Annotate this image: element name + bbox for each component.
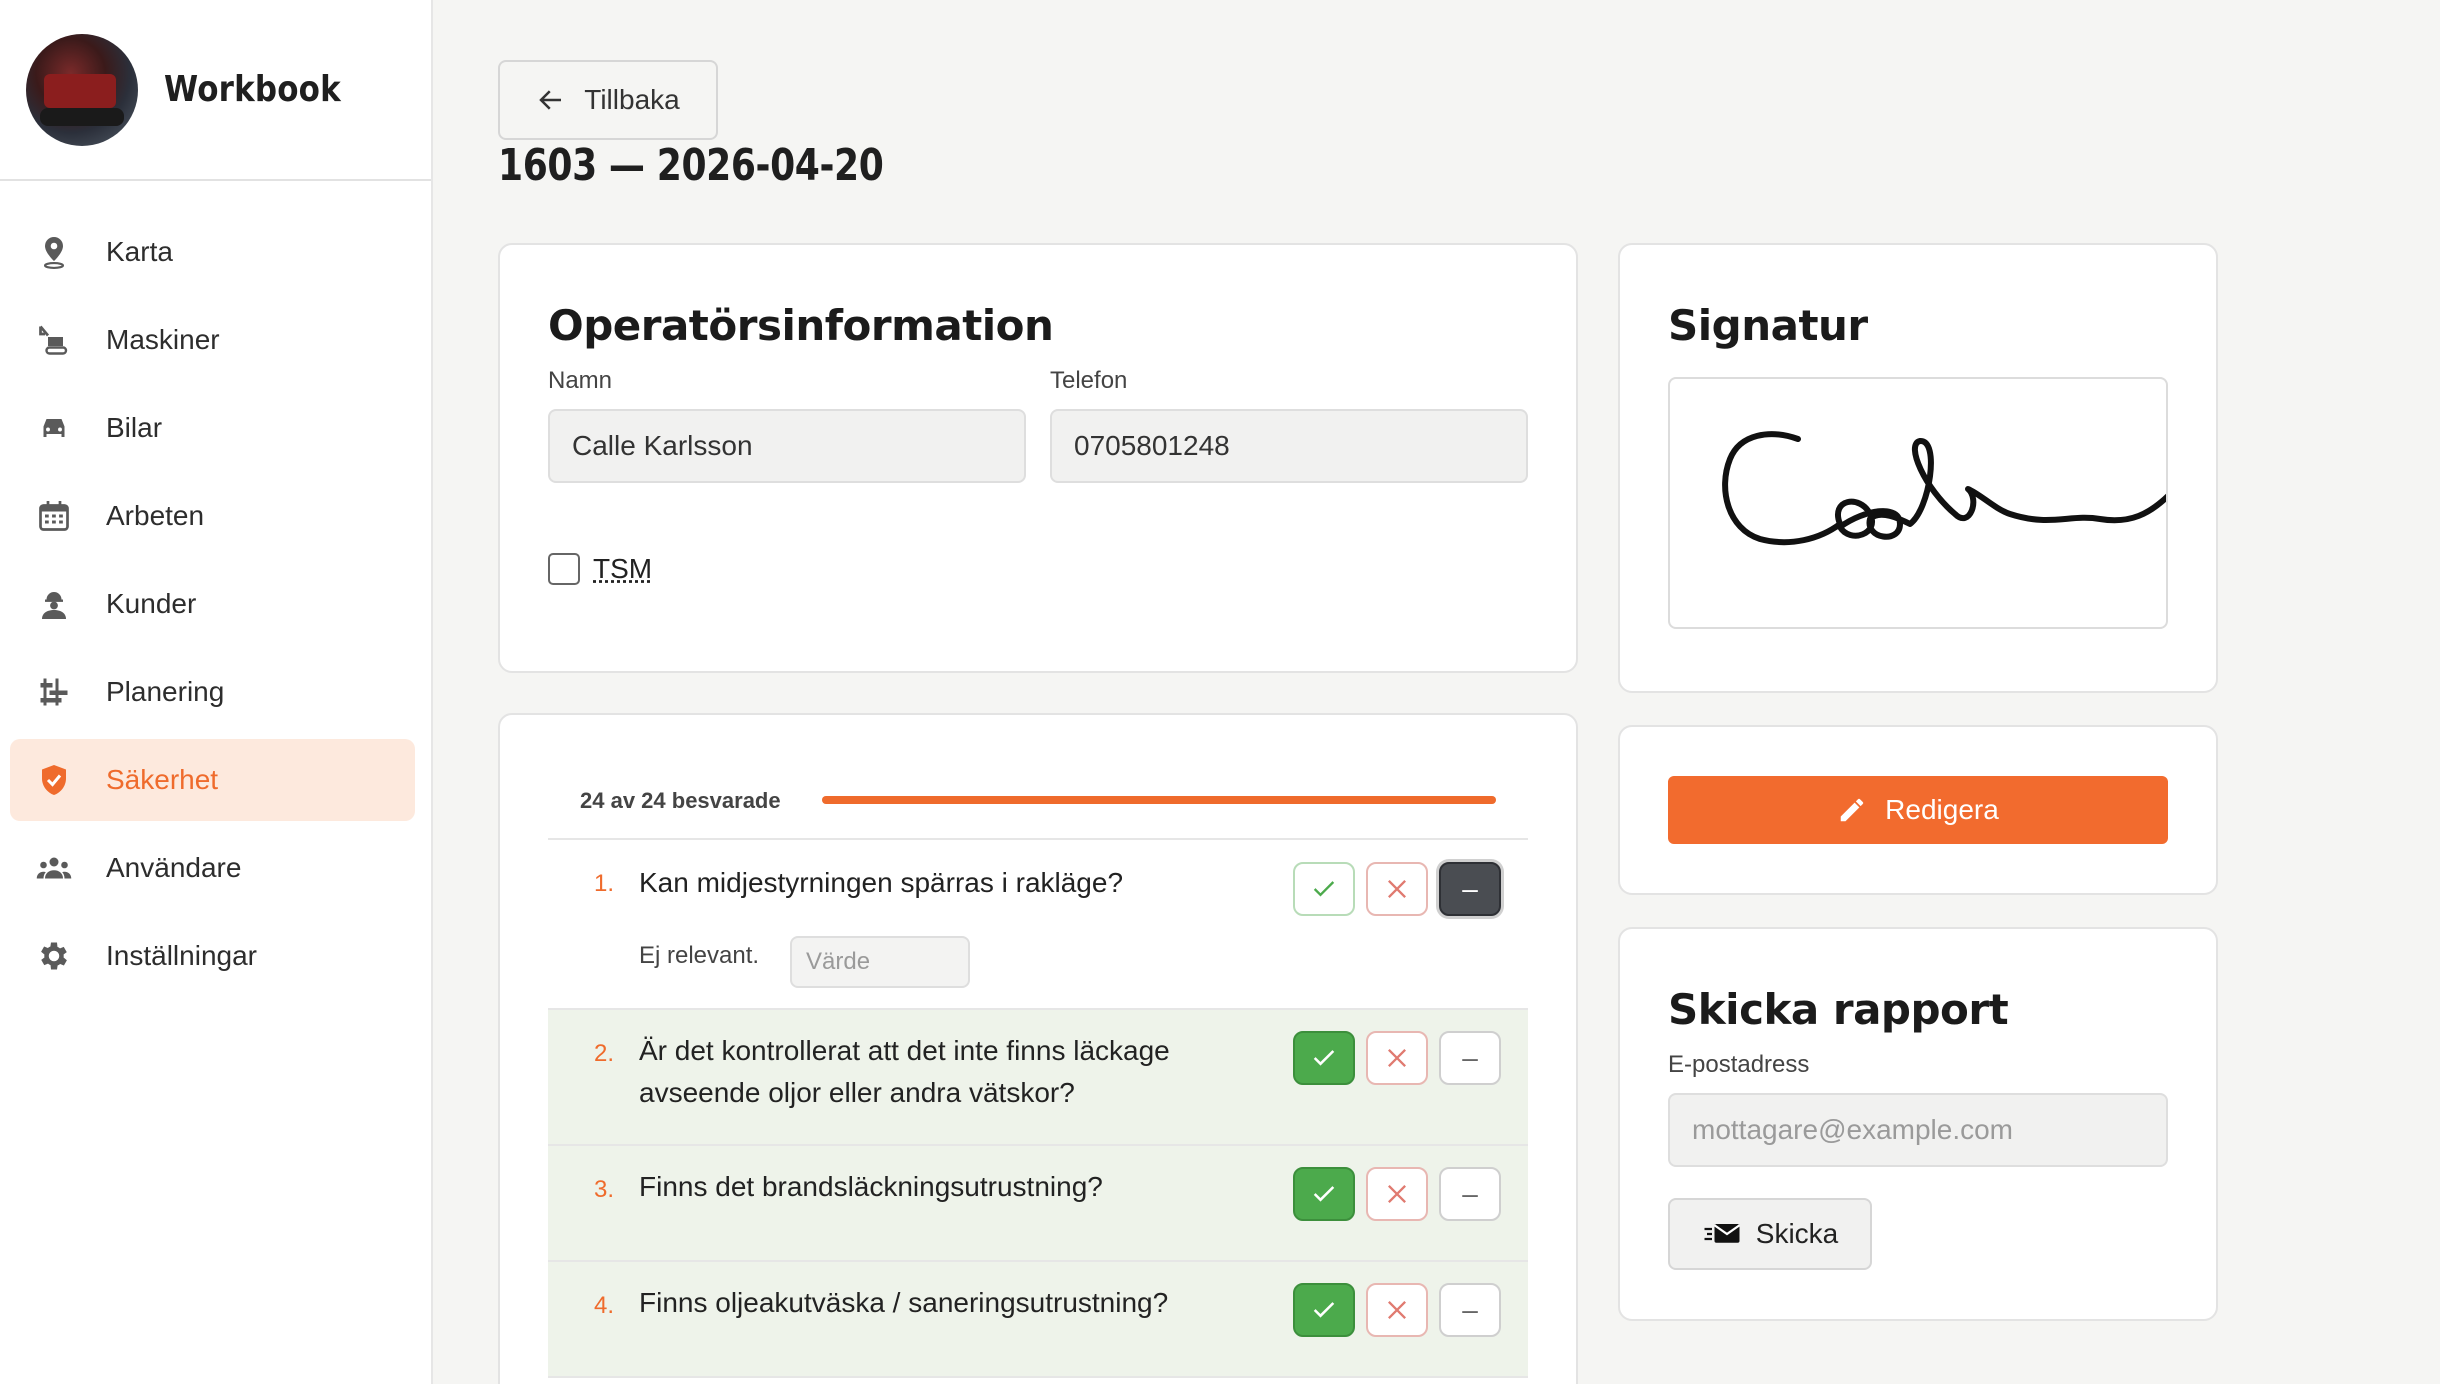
sidebar-item-label: Arbeten <box>106 500 204 532</box>
sidebar-item-installningar[interactable]: Inställningar <box>10 915 415 997</box>
tsm-label: TSM <box>593 553 652 585</box>
signature-pad[interactable] <box>1668 377 2168 629</box>
progress-bar <box>822 796 1496 804</box>
car-icon <box>36 410 72 446</box>
answer-buttons: – <box>1293 1283 1501 1337</box>
answer-buttons: – <box>1293 862 1501 916</box>
back-button-label: Tillbaka <box>584 84 679 116</box>
answer-buttons: – <box>1293 1031 1501 1085</box>
gear-icon <box>36 938 72 974</box>
phone-label: Telefon <box>1050 367 1127 395</box>
operator-card-title: Operatörsinformation <box>548 301 1053 350</box>
avatar <box>26 34 138 146</box>
question-row-2: 2. Är det kontrollerat att det inte finn… <box>548 1008 1528 1144</box>
calendar-icon <box>36 498 72 534</box>
signature-drawing <box>1670 379 2168 629</box>
name-field[interactable]: Calle Karlsson <box>548 409 1026 483</box>
excavator-icon <box>36 322 72 358</box>
question-text: Kan midjestyrningen spärras i rakläge? <box>639 862 1229 904</box>
note-field[interactable]: Värde <box>790 936 970 988</box>
signature-card: Signatur <box>1618 243 2218 693</box>
question-row-1: 1. Kan midjestyrningen spärras i rakläge… <box>548 838 1528 1008</box>
note-label: Ej relevant. <box>639 942 759 970</box>
worker-icon <box>36 586 72 622</box>
sidebar-item-bilar[interactable]: Bilar <box>10 387 415 469</box>
brand-name: Workbook <box>164 69 341 110</box>
email-field[interactable]: mottagare@example.com <box>1668 1093 2168 1167</box>
edit-button-label: Redigera <box>1885 794 1999 826</box>
operator-card: Operatörsinformation Namn Calle Karlsson… <box>498 243 1578 673</box>
progress-fill <box>822 796 1496 804</box>
question-text: Är det kontrollerat att det inte finns l… <box>639 1030 1229 1114</box>
yes-button[interactable] <box>1293 1283 1355 1337</box>
sidebar: Workbook Karta Maskiner Bilar Arbeten Ku… <box>0 0 433 1384</box>
arrow-left-icon <box>536 85 566 115</box>
sidebar-item-label: Säkerhet <box>106 764 218 796</box>
users-icon <box>36 850 72 886</box>
sidebar-item-anvandare[interactable]: Användare <box>10 827 415 909</box>
not-applicable-button[interactable]: – <box>1439 1031 1501 1085</box>
sidebar-item-label: Bilar <box>106 412 162 444</box>
send-button[interactable]: Skicka <box>1668 1198 1872 1270</box>
not-applicable-button[interactable]: – <box>1439 1167 1501 1221</box>
check-icon <box>1310 1180 1338 1208</box>
signature-card-title: Signatur <box>1668 301 1868 350</box>
tsm-checkbox[interactable] <box>548 553 580 585</box>
sidebar-item-label: Planering <box>106 676 224 708</box>
back-button[interactable]: Tillbaka <box>498 60 718 140</box>
sidebar-item-label: Inställningar <box>106 940 257 972</box>
answer-buttons: – <box>1293 1167 1501 1221</box>
question-number: 3. <box>594 1176 614 1204</box>
question-number: 4. <box>594 1292 614 1320</box>
email-label: E-postadress <box>1668 1051 1809 1079</box>
yes-button[interactable] <box>1293 862 1355 916</box>
pencil-icon <box>1837 795 1867 825</box>
yes-button[interactable] <box>1293 1167 1355 1221</box>
brand: Workbook <box>0 0 431 181</box>
question-text: Finns det brandsläckningsutrustning? <box>639 1166 1229 1208</box>
phone-field[interactable]: 0705801248 <box>1050 409 1528 483</box>
no-button[interactable] <box>1366 1167 1428 1221</box>
close-icon <box>1383 1180 1411 1208</box>
sidebar-item-planering[interactable]: Planering <box>10 651 415 733</box>
check-icon <box>1310 875 1338 903</box>
sidebar-item-sakerhet[interactable]: Säkerhet <box>10 739 415 821</box>
page-title: 1603 — 2026-04-20 <box>498 140 883 191</box>
close-icon <box>1383 1296 1411 1324</box>
question-number: 2. <box>594 1040 614 1068</box>
sidebar-item-label: Användare <box>106 852 241 884</box>
sidebar-item-arbeten[interactable]: Arbeten <box>10 475 415 557</box>
not-applicable-button[interactable]: – <box>1439 1283 1501 1337</box>
progress-label: 24 av 24 besvarade <box>580 788 781 814</box>
sidebar-item-maskiner[interactable]: Maskiner <box>10 299 415 381</box>
sidebar-nav: Karta Maskiner Bilar Arbeten Kunder Plan… <box>0 181 431 997</box>
question-number: 1. <box>594 870 614 898</box>
sidebar-item-label: Karta <box>106 236 173 268</box>
sidebar-item-label: Kunder <box>106 588 196 620</box>
no-button[interactable] <box>1366 1031 1428 1085</box>
yes-button[interactable] <box>1293 1031 1355 1085</box>
check-icon <box>1310 1296 1338 1324</box>
close-icon <box>1383 1044 1411 1072</box>
no-button[interactable] <box>1366 862 1428 916</box>
sidebar-item-karta[interactable]: Karta <box>10 211 415 293</box>
question-text: Finns oljeakutväska / saneringsutrustnin… <box>639 1282 1229 1324</box>
name-label: Namn <box>548 367 612 395</box>
send-mail-icon <box>1702 1219 1742 1249</box>
sidebar-item-label: Maskiner <box>106 324 220 356</box>
not-applicable-button[interactable]: – <box>1439 862 1501 916</box>
question-row-4: 4. Finns oljeakutväska / saneringsutrust… <box>548 1260 1528 1378</box>
send-button-label: Skicka <box>1756 1218 1838 1250</box>
close-icon <box>1383 875 1411 903</box>
edit-button[interactable]: Redigera <box>1668 776 2168 844</box>
no-button[interactable] <box>1366 1283 1428 1337</box>
planning-icon <box>36 674 72 710</box>
shield-check-icon <box>36 762 72 798</box>
question-row-3: 3. Finns det brandsläckningsutrustning? … <box>548 1144 1528 1260</box>
sidebar-item-kunder[interactable]: Kunder <box>10 563 415 645</box>
check-icon <box>1310 1044 1338 1072</box>
map-pin-icon <box>36 234 72 270</box>
report-card-title: Skicka rapport <box>1668 985 2008 1034</box>
